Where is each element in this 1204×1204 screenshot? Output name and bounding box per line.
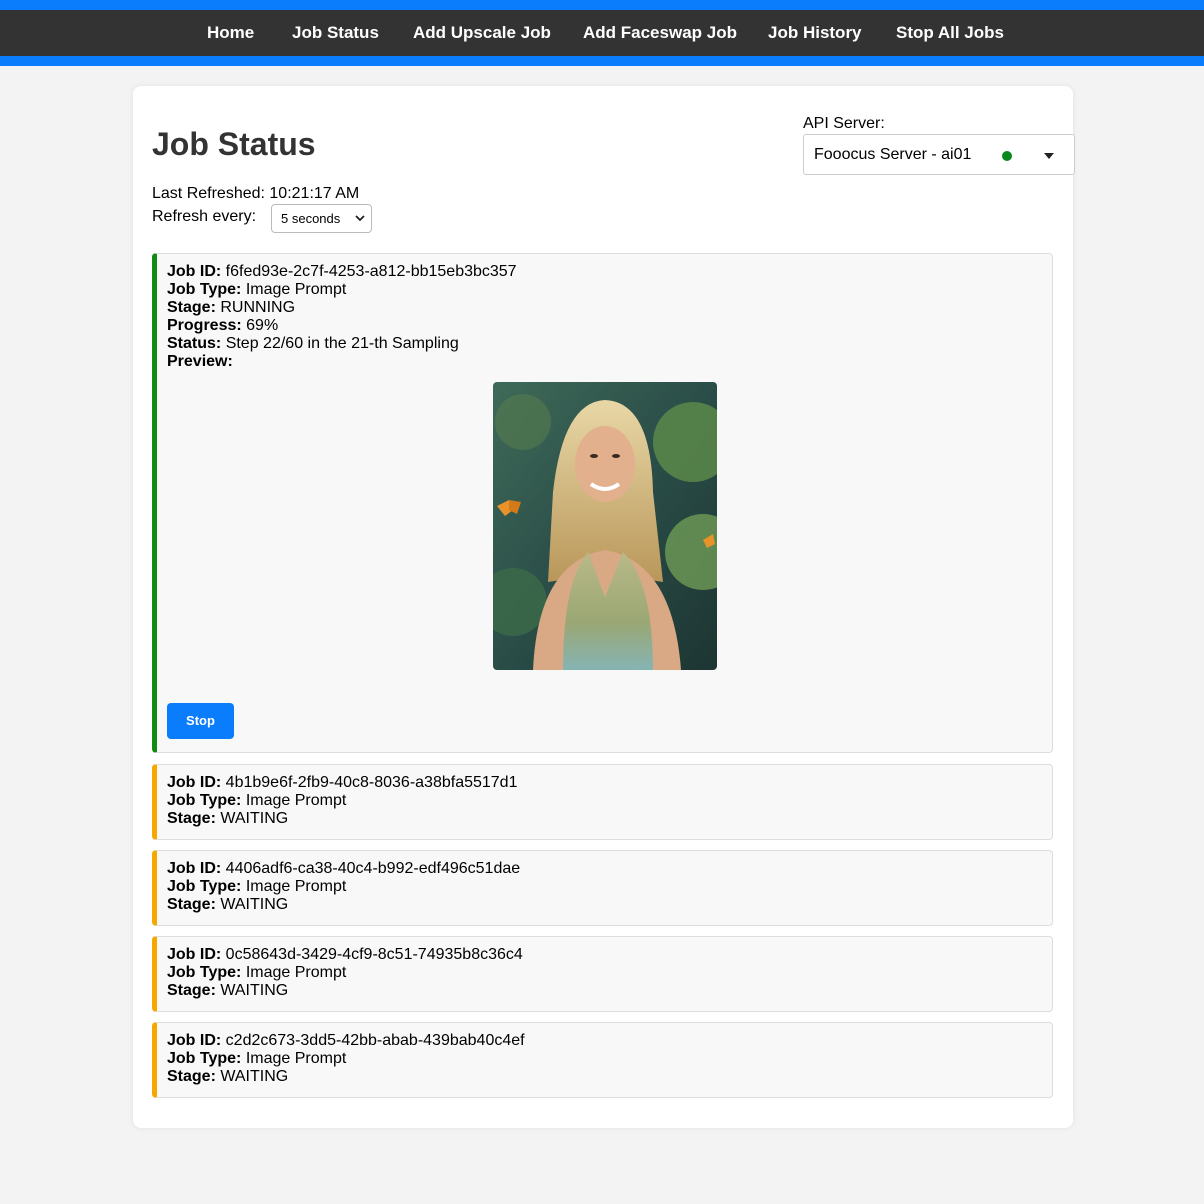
caret-down-icon — [1044, 153, 1054, 159]
nav-home[interactable]: Home — [207, 23, 254, 43]
stop-job-button[interactable]: Stop — [167, 703, 234, 739]
job-type-row: Job Type: Image Prompt — [167, 281, 347, 298]
job-card-running: Job ID: f6fed93e-2c7f-4253-a812-bb15eb3b… — [152, 253, 1053, 753]
job-card-waiting: Job ID: 0c58643d-3429-4cf9-8c51-74935b8c… — [152, 936, 1053, 1012]
last-refreshed-label: Last Refreshed: — [152, 185, 265, 202]
job-id-row: Job ID: 4406adf6-ca38-40c4-b992-edf496c5… — [167, 860, 521, 877]
job-progress: 69% — [246, 317, 279, 334]
job-stage-row: Stage: WAITING — [167, 1068, 289, 1085]
job-card-waiting: Job ID: 4b1b9e6f-2fb9-40c8-8036-a38bfa55… — [152, 764, 1053, 840]
job-type: Image Prompt — [245, 964, 347, 981]
refresh-interval-label: Refresh every: — [152, 208, 257, 225]
job-id-row: Job ID: c2d2c673-3dd5-42bb-abab-439bab40… — [167, 1032, 525, 1049]
job-card-waiting: Job ID: c2d2c673-3dd5-42bb-abab-439bab40… — [152, 1022, 1053, 1098]
refresh-interval-value: 5 seconds — [281, 211, 341, 226]
job-type: Image Prompt — [245, 878, 347, 895]
job-stage: WAITING — [220, 896, 289, 913]
job-progress-row: Progress: 69% — [167, 317, 279, 334]
job-preview-row: Preview: — [167, 353, 233, 370]
job-stage-row: Stage: WAITING — [167, 982, 289, 999]
nav-add-upscale-job[interactable]: Add Upscale Job — [413, 23, 551, 43]
nav-job-status[interactable]: Job Status — [292, 23, 379, 43]
job-stage-row: Stage: RUNNING — [167, 299, 296, 316]
job-type-row: Job Type: Image Prompt — [167, 792, 347, 809]
job-stage: WAITING — [220, 982, 289, 999]
job-id-row: Job ID: 4b1b9e6f-2fb9-40c8-8036-a38bfa55… — [167, 774, 518, 791]
api-server-select[interactable]: Fooocus Server - ai01 — [803, 134, 1075, 175]
job-type: Image Prompt — [245, 281, 347, 298]
last-refreshed: Last Refreshed: 10:21:17 AM — [152, 185, 359, 203]
job-id: 4b1b9e6f-2fb9-40c8-8036-a38bfa5517d1 — [225, 774, 518, 791]
preview-image — [493, 382, 717, 670]
refresh-interval-select[interactable]: 5 seconds — [271, 204, 372, 233]
chevron-down-icon — [355, 215, 365, 222]
job-stage: WAITING — [220, 1068, 289, 1085]
api-server-label: API Server: — [803, 115, 885, 132]
job-type-row: Job Type: Image Prompt — [167, 964, 347, 981]
job-type: Image Prompt — [245, 1050, 347, 1067]
job-status: Step 22/60 in the 21-th Sampling — [225, 335, 459, 352]
nav-add-faceswap-job[interactable]: Add Faceswap Job — [583, 23, 737, 43]
job-status-panel: Job Status Last Refreshed: 10:21:17 AM R… — [133, 86, 1075, 1128]
api-server-value: Fooocus Server - ai01 — [814, 146, 972, 163]
job-stage: WAITING — [220, 810, 289, 827]
job-card-waiting: Job ID: 4406adf6-ca38-40c4-b992-edf496c5… — [152, 850, 1053, 926]
job-id: c2d2c673-3dd5-42bb-abab-439bab40c4ef — [225, 1032, 525, 1049]
job-type-row: Job Type: Image Prompt — [167, 1050, 347, 1067]
job-type-row: Job Type: Image Prompt — [167, 878, 347, 895]
main-navbar: Home Job Status Add Upscale Job Add Face… — [0, 10, 1204, 56]
last-refreshed-value: 10:21:17 AM — [269, 185, 360, 202]
job-id: 4406adf6-ca38-40c4-b992-edf496c51dae — [225, 860, 521, 877]
nav-job-history[interactable]: Job History — [768, 23, 862, 43]
job-stage-row: Stage: WAITING — [167, 810, 289, 827]
job-id: 0c58643d-3429-4cf9-8c51-74935b8c36c4 — [225, 946, 523, 963]
job-id-row: Job ID: 0c58643d-3429-4cf9-8c51-74935b8c… — [167, 946, 523, 963]
job-id-row: Job ID: f6fed93e-2c7f-4253-a812-bb15eb3b… — [167, 263, 517, 280]
nav-stop-all-jobs[interactable]: Stop All Jobs — [896, 23, 1004, 43]
job-status-row: Status: Step 22/60 in the 21-th Sampling — [167, 335, 459, 352]
job-id: f6fed93e-2c7f-4253-a812-bb15eb3bc357 — [225, 263, 517, 280]
job-type: Image Prompt — [245, 792, 347, 809]
page-title: Job Status — [152, 126, 316, 162]
server-status-dot-icon — [1002, 151, 1012, 161]
job-stage: RUNNING — [220, 299, 296, 316]
job-stage-row: Stage: WAITING — [167, 896, 289, 913]
